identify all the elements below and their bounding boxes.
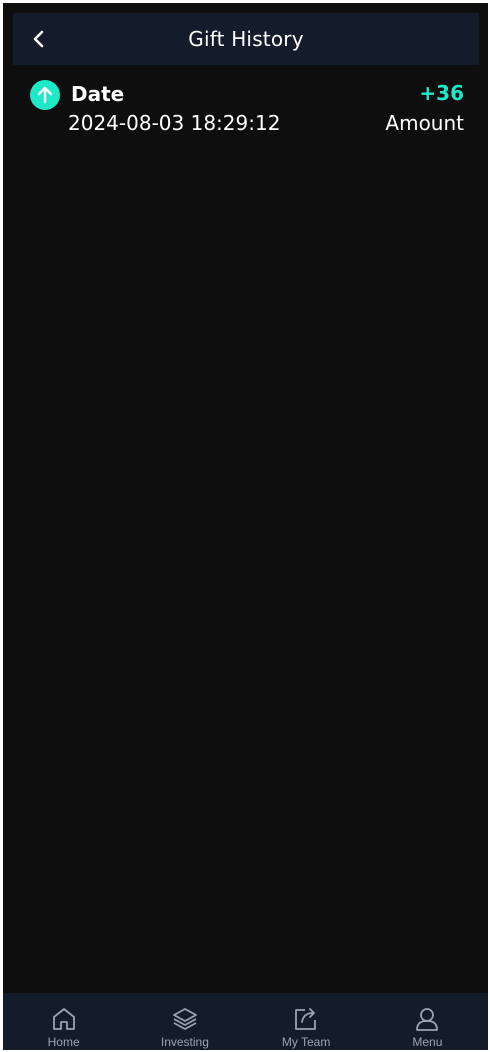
list-item: Date 2024-08-03 18:29:12 +36 Amount: [30, 77, 464, 139]
nav-item-my-team[interactable]: My Team: [246, 993, 367, 1050]
share-icon: [291, 1005, 321, 1033]
arrow-up-icon: [30, 80, 60, 110]
app-frame: Gift History Date 2024-08-03 18:29:12 +3…: [3, 3, 488, 1050]
user-icon: [412, 1005, 442, 1033]
back-button[interactable]: [27, 26, 51, 52]
bottom-nav: Home Investing My Team Menu: [3, 993, 488, 1050]
page-title: Gift History: [188, 27, 304, 51]
chevron-left-icon: [33, 30, 44, 48]
nav-label-home: Home: [47, 1035, 80, 1049]
nav-item-menu[interactable]: Menu: [367, 993, 488, 1050]
layers-icon: [170, 1005, 200, 1033]
date-label: Date: [71, 82, 125, 106]
nav-label-menu: Menu: [412, 1035, 443, 1049]
nav-item-home[interactable]: Home: [3, 993, 124, 1050]
home-icon: [49, 1005, 79, 1033]
nav-label-my-team: My Team: [281, 1035, 331, 1049]
date-value: 2024-08-03 18:29:12: [68, 111, 281, 135]
top-bar: Gift History: [13, 13, 479, 65]
amount-label: Amount: [385, 111, 464, 135]
nav-item-investing[interactable]: Investing: [124, 993, 245, 1050]
nav-label-investing: Investing: [160, 1035, 209, 1049]
amount-value: +36: [419, 81, 464, 105]
